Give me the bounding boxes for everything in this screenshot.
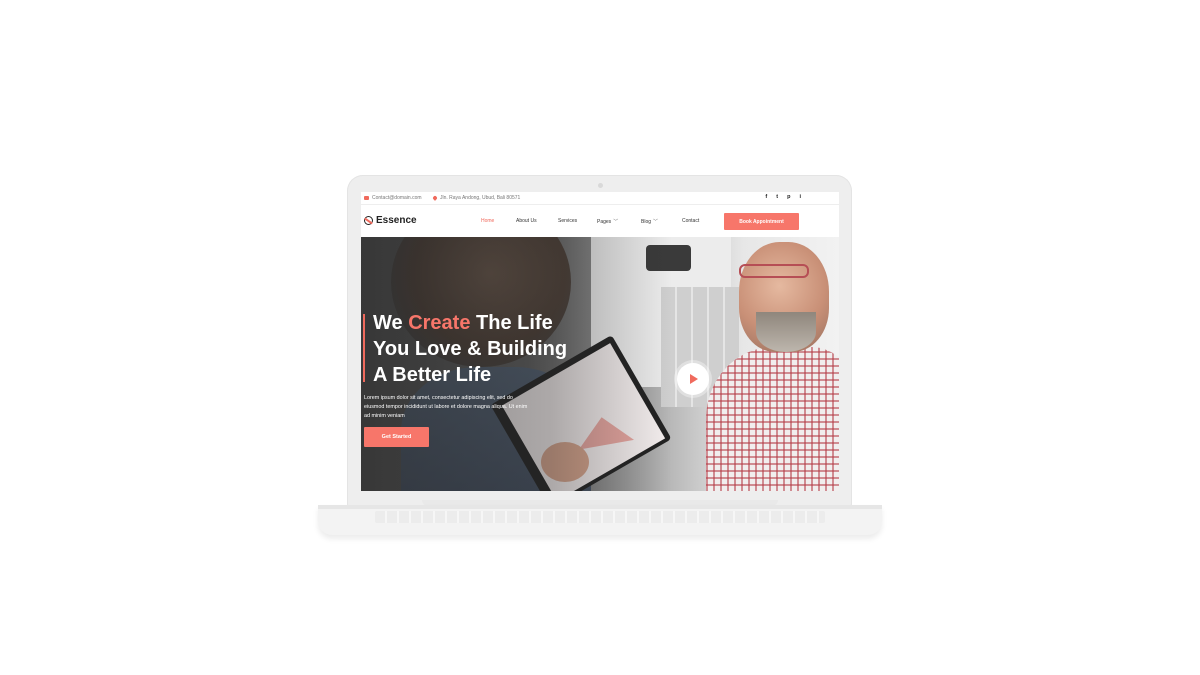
hero-description: Lorem ipsum dolor sit amet, consectetur … [364, 395, 528, 419]
nav-pages[interactable]: Pages ﹀ [597, 218, 618, 225]
nav-blog[interactable]: Blog ﹀ [641, 218, 658, 225]
contact-email[interactable]: Contact@domain.com [364, 195, 422, 201]
hero-section: We Create The Life You Love & Building A… [361, 237, 839, 491]
headline-accent-word: Create [408, 312, 471, 334]
play-icon [690, 374, 698, 384]
nav-services[interactable]: Services [558, 218, 577, 224]
laptop-base-edge [318, 505, 882, 509]
headline-line-1: We Create The Life [373, 310, 567, 336]
laptop-keyboard [375, 511, 825, 523]
play-video-button[interactable] [677, 363, 709, 395]
map-pin-icon [432, 195, 438, 201]
top-info-bar: Contact@domain.com Jln. Raya Andong, Ubu… [361, 192, 839, 205]
brand-logo[interactable]: Essence [364, 215, 417, 226]
contact-email-text: Contact@domain.com [372, 195, 422, 201]
chevron-down-icon: ﹀ [653, 219, 659, 225]
headline-line-2: You Love & Building [373, 338, 568, 360]
twitter-icon[interactable]: t [776, 194, 778, 200]
envelope-icon [364, 196, 369, 200]
book-appointment-button[interactable]: Book Appointment [724, 213, 799, 230]
headline-part1: We [373, 312, 409, 334]
contact-address: Jln. Raya Andong, Ubud, Bali 80571 [432, 195, 521, 201]
instagram-icon[interactable]: i [799, 194, 801, 200]
contact-address-text: Jln. Raya Andong, Ubud, Bali 80571 [440, 195, 521, 201]
nav-pages-label: Pages [597, 219, 612, 225]
nav-contact[interactable]: Contact [682, 218, 699, 224]
headline-accent-bar [363, 314, 365, 382]
get-started-button[interactable]: Get Started [364, 427, 429, 447]
headline-part2: The Life [470, 312, 553, 334]
laptop-screen: Contact@domain.com Jln. Raya Andong, Ubu… [361, 192, 839, 491]
nav-about-us[interactable]: About Us [516, 218, 537, 224]
facebook-icon[interactable]: f [765, 194, 767, 200]
main-navbar: Essence Home About Us Services Pages ﹀ Bl… [361, 205, 839, 237]
social-links: f t p i [765, 194, 801, 200]
nav-home[interactable]: Home [481, 218, 494, 224]
pinterest-icon[interactable]: p [787, 194, 790, 200]
logo-mark-icon [364, 216, 373, 225]
headline-line-3: A Better Life [373, 364, 492, 386]
hero-headline: We Create The Life You Love & Building A… [373, 310, 567, 388]
chevron-down-icon: ﹀ [613, 219, 619, 225]
webcam-dot [598, 183, 603, 188]
nav-blog-label: Blog [641, 219, 652, 225]
brand-name: Essence [376, 215, 417, 226]
